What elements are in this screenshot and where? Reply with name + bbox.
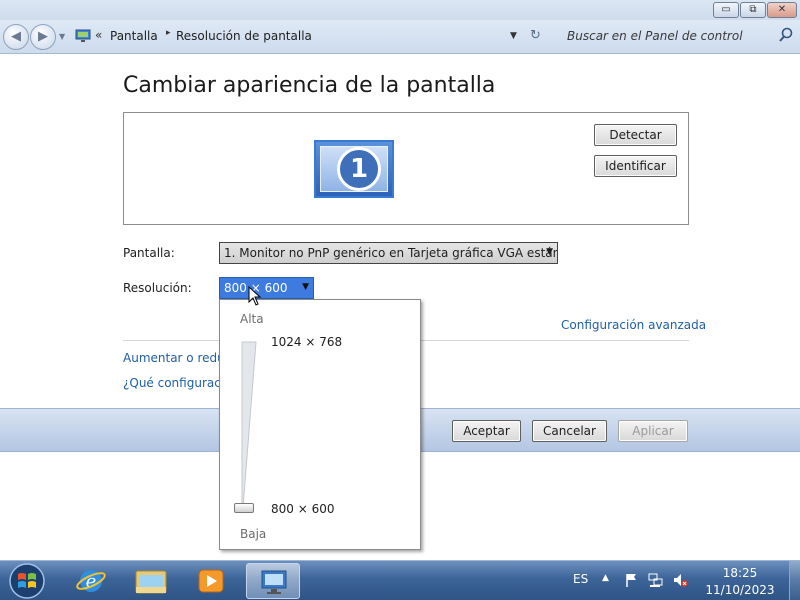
resolution-slider-thumb[interactable] [234,503,254,513]
chevron-down-icon: ▼ [302,282,309,292]
breadcrumb-overflow-icon[interactable]: « [95,28,102,42]
action-center-flag-icon[interactable] [624,572,640,588]
resolution-option-800x600[interactable]: 800 × 600 [271,502,335,516]
display-select[interactable]: 1. Monitor no PnP genérico en Tarjeta gr… [219,242,558,264]
windows-explorer-taskbar-button[interactable] [124,563,178,599]
low-label: Baja [240,527,267,541]
resolution-label: Resolución: [123,281,192,295]
resolution-slider-track[interactable] [240,340,258,510]
media-player-icon [198,569,224,593]
title-bar: ▭ ⧉ ✕ [0,0,800,20]
volume-muted-icon[interactable] [672,572,688,588]
advanced-settings-link[interactable]: Configuración avanzada [561,318,706,332]
show-desktop-button[interactable] [789,561,800,600]
search-placeholder: Buscar en el Panel de control [567,29,743,43]
breadcrumb-pantalla[interactable]: Pantalla [110,29,158,43]
clock-date[interactable]: 11/10/2023 [700,583,780,597]
breadcrumb-separator-icon[interactable]: ▸ [166,28,171,38]
apply-button: Aplicar [618,420,688,442]
monitor-screen: 1 [320,146,388,192]
monitor-icon [75,29,91,42]
display-settings-icon [261,570,287,594]
folder-icon [135,570,167,594]
address-history-dropdown-icon[interactable]: ▼ [510,31,517,41]
search-icon[interactable] [778,27,794,43]
mouse-cursor-icon [248,286,262,306]
cancel-button[interactable]: Cancelar [532,420,607,442]
resolution-dropdown-panel: Alta 1024 × 768 800 × 600 Baja [219,299,421,550]
search-input[interactable]: Buscar en el Panel de control [560,24,798,50]
breadcrumb-resolucion[interactable]: Resolución de pantalla [176,29,312,43]
display-label: Pantalla: [123,246,175,260]
internet-explorer-taskbar-button[interactable]: e [64,563,118,599]
high-label: Alta [240,312,264,326]
language-indicator[interactable]: ES [573,572,588,586]
windows-start-icon[interactable] [5,562,49,600]
refresh-icon[interactable]: ↻ [530,28,541,43]
clock-time[interactable]: 18:25 [700,566,780,580]
maximize-button[interactable]: ⧉ [740,2,766,18]
internet-explorer-icon: e [76,570,106,592]
display-select-value: 1. Monitor no PnP genérico en Tarjeta gr… [224,246,558,260]
which-settings-link[interactable]: ¿Qué configuració [123,376,232,390]
network-icon[interactable] [648,572,664,588]
resolution-option-1024x768[interactable]: 1024 × 768 [271,335,342,349]
minimize-button[interactable]: ▭ [713,2,739,18]
back-button[interactable]: ◀ [3,24,29,50]
display-settings-taskbar-button[interactable] [246,563,300,599]
chevron-down-icon: ▼ [546,247,553,257]
monitor-1-preview[interactable]: 1 [314,140,394,198]
forward-button[interactable]: ▶ [30,24,56,50]
ok-button[interactable]: Aceptar [452,420,521,442]
recent-pages-dropdown-icon[interactable]: ▼ [59,32,65,41]
page-title: Cambiar apariencia de la pantalla [123,73,496,98]
identify-button[interactable]: Identificar [594,155,677,177]
display-preview-area: 1 Detectar Identificar [123,112,689,225]
detect-button[interactable]: Detectar [594,124,677,146]
media-player-taskbar-button[interactable] [184,563,238,599]
address-box[interactable]: « Pantalla ▸ Resolución de pantalla [70,24,555,50]
monitor-number: 1 [337,147,381,191]
taskbar: e ES ▲ 18:25 11/10/2023 [0,560,800,600]
show-hidden-icons-icon[interactable]: ▲ [602,573,609,583]
close-button[interactable]: ✕ [767,2,797,18]
control-panel-window: ▭ ⧉ ✕ ◀ ▶ ▼ « Pantalla ▸ Resolución de p… [0,0,800,560]
resolution-select[interactable]: 800 × 600 ▼ [219,277,314,299]
